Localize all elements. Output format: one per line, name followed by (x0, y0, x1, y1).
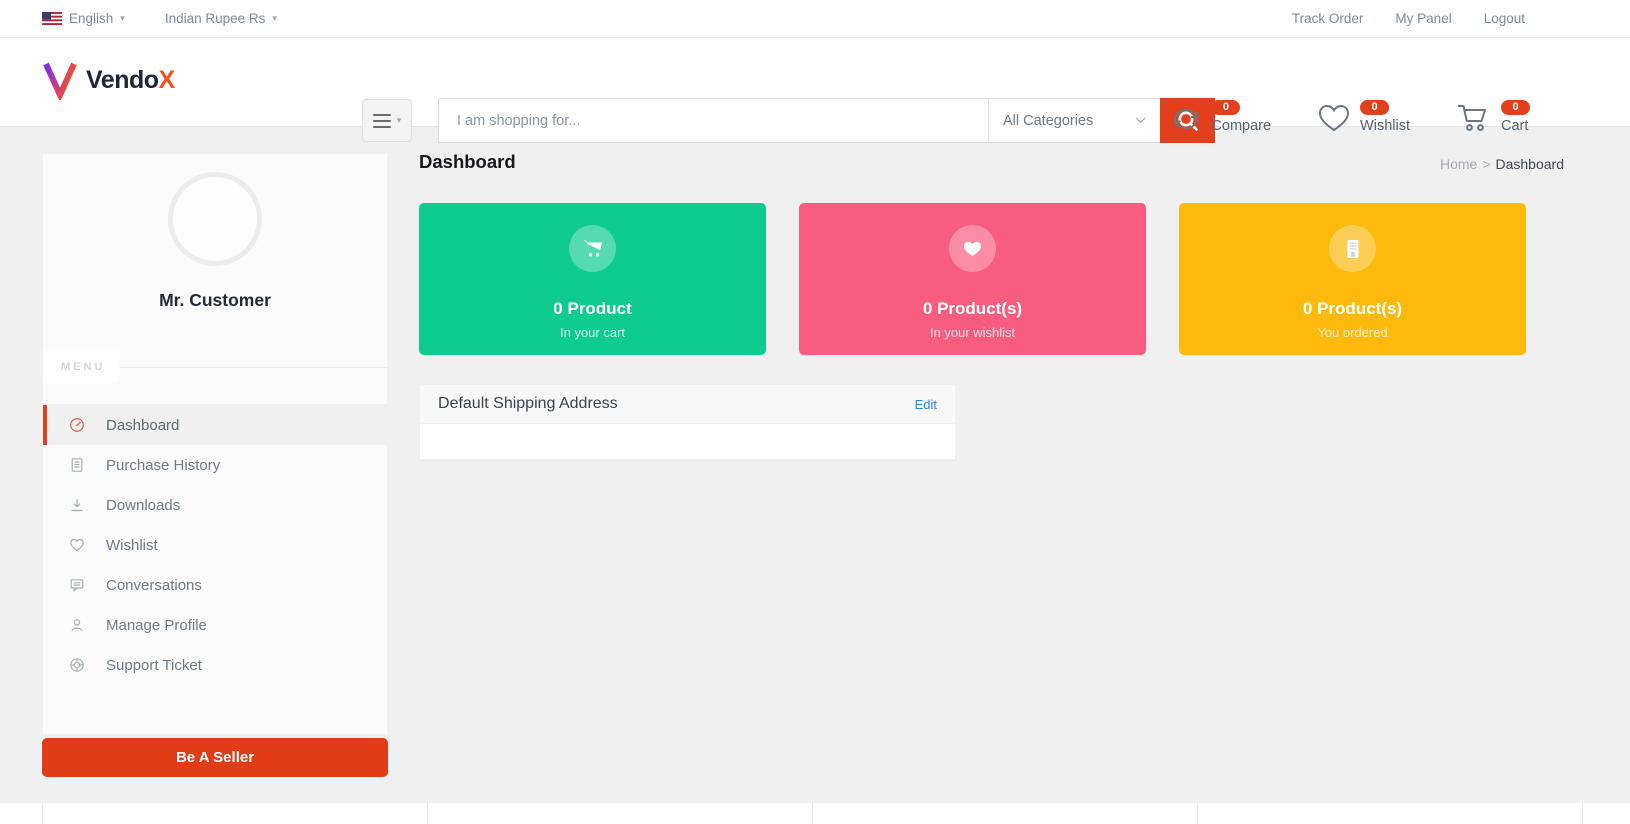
hamburger-icon (373, 114, 391, 128)
track-order-link[interactable]: Track Order (1292, 11, 1364, 26)
cart-stat-card: 0 Product In your cart (419, 203, 766, 355)
chevron-down-icon: ▾ (120, 14, 125, 23)
logo-text: VendoX (86, 66, 175, 95)
header-actions: 0 Compare 0 Wishlist (1170, 100, 1530, 134)
logo-v-icon (42, 60, 78, 100)
chevron-down-icon: ▾ (397, 116, 402, 125)
sidebar: Mr. Customer MENU Dashboard Purchase His… (42, 153, 388, 735)
document-icon (69, 457, 85, 473)
edit-address-link[interactable]: Edit (915, 397, 937, 412)
compare-label: Compare (1211, 118, 1271, 134)
sidebar-menu: Dashboard Purchase History Downloads Wis… (43, 404, 387, 685)
building-icon (1329, 225, 1376, 272)
cart-count-badge: 0 (1501, 100, 1530, 115)
sidebar-item-label: Support Ticket (106, 657, 202, 674)
breadcrumb-current: Dashboard (1496, 156, 1565, 172)
user-icon (69, 617, 85, 633)
stat-card-subtitle: You ordered (1179, 325, 1526, 340)
language-label: English (69, 11, 113, 26)
sidebar-item-label: Dashboard (106, 417, 179, 434)
chevron-down-icon (1135, 117, 1146, 124)
compare-button[interactable]: 0 Compare (1170, 100, 1271, 134)
sidebar-item-label: Conversations (106, 577, 202, 594)
categories-menu-button[interactable]: ▾ (362, 99, 412, 142)
heart-icon (949, 225, 996, 272)
logout-link[interactable]: Logout (1484, 11, 1525, 26)
user-name: Mr. Customer (43, 290, 387, 311)
support-icon (69, 657, 85, 673)
be-a-seller-button[interactable]: Be A Seller (42, 738, 388, 777)
cart-label: Cart (1501, 118, 1528, 134)
sidebar-item-manage-profile[interactable]: Manage Profile (43, 605, 387, 645)
sidebar-item-conversations[interactable]: Conversations (43, 565, 387, 605)
wishlist-label: Wishlist (1360, 118, 1410, 134)
dashboard-icon (69, 417, 85, 433)
search-bar: All Categories (438, 98, 1215, 143)
sidebar-item-label: Manage Profile (106, 617, 207, 634)
shipping-address-title: Default Shipping Address (438, 395, 618, 413)
cart-icon (569, 225, 616, 272)
shipping-address-body (419, 424, 956, 460)
wishlist-button[interactable]: 0 Wishlist (1317, 100, 1410, 134)
sidebar-item-wishlist[interactable]: Wishlist (43, 525, 387, 565)
menu-section-header: MENU (43, 351, 387, 383)
menu-label: MENU (43, 351, 119, 383)
sidebar-item-downloads[interactable]: Downloads (43, 485, 387, 525)
cart-icon (1456, 103, 1492, 133)
avatar (168, 172, 262, 266)
cart-button[interactable]: 0 Cart (1456, 100, 1530, 134)
wishlist-stat-card: 0 Product(s) In your wishlist (799, 203, 1146, 355)
currency-selector[interactable]: Indian Rupee Rs ▾ (165, 11, 277, 26)
header: VendoX ▾ All Categories (0, 38, 1630, 127)
orders-stat-card: 0 Product(s) You ordered (1179, 203, 1526, 355)
sidebar-item-support-ticket[interactable]: Support Ticket (43, 645, 387, 685)
stat-cards: 0 Product In your cart 0 Product(s) In y… (419, 203, 1526, 355)
divider (119, 367, 387, 368)
chevron-down-icon: ▾ (272, 14, 277, 23)
heart-icon (1317, 103, 1351, 133)
shipping-address-panel: Default Shipping Address Edit (419, 384, 956, 460)
breadcrumb: Home > Dashboard (1440, 156, 1564, 172)
sidebar-item-purchase-history[interactable]: Purchase History (43, 445, 387, 485)
sidebar-item-label: Wishlist (106, 537, 158, 554)
sidebar-item-label: Purchase History (106, 457, 220, 474)
wishlist-count-badge: 0 (1360, 100, 1389, 115)
heart-icon (69, 537, 85, 553)
logo[interactable]: VendoX (42, 60, 175, 100)
my-panel-link[interactable]: My Panel (1395, 11, 1451, 26)
compare-count-badge: 0 (1211, 100, 1240, 115)
page: English ▾ Indian Rupee Rs ▾ Track Order … (0, 0, 1630, 824)
compare-icon (1170, 105, 1202, 133)
stat-card-title: 0 Product(s) (1179, 299, 1526, 319)
stat-card-title: 0 Product (419, 299, 766, 319)
breadcrumb-separator: > (1482, 156, 1490, 172)
language-selector[interactable]: English ▾ (42, 11, 125, 26)
sidebar-item-label: Downloads (106, 497, 180, 514)
download-icon (69, 497, 85, 513)
footer-strip (0, 803, 1630, 824)
category-dropdown[interactable]: All Categories (988, 98, 1160, 143)
topbar: English ▾ Indian Rupee Rs ▾ Track Order … (0, 0, 1630, 38)
sidebar-item-dashboard[interactable]: Dashboard (43, 405, 387, 445)
chat-icon (69, 577, 85, 593)
page-title: Dashboard (419, 151, 516, 173)
category-label: All Categories (1003, 113, 1093, 129)
breadcrumb-home-link[interactable]: Home (1440, 156, 1477, 172)
currency-label: Indian Rupee Rs (165, 11, 266, 26)
us-flag-icon (42, 12, 62, 25)
stat-card-subtitle: In your cart (419, 325, 766, 340)
stat-card-subtitle: In your wishlist (799, 325, 1146, 340)
stat-card-title: 0 Product(s) (799, 299, 1146, 319)
search-input[interactable] (438, 98, 988, 143)
